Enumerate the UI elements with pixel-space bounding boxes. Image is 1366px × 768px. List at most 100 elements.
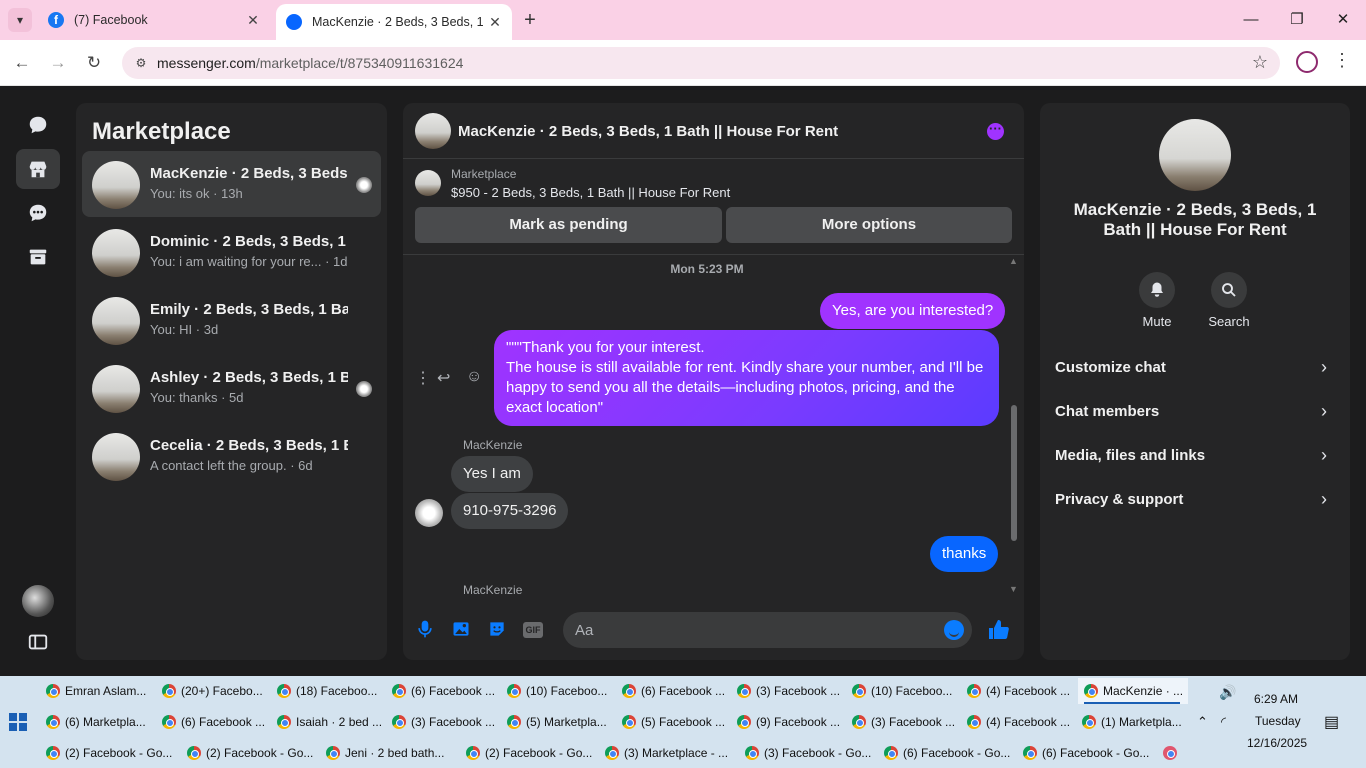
taskbar-window[interactable]: (4) Facebook ... — [967, 678, 1075, 704]
taskbar-window[interactable]: Jeni · 2 bed bath... — [326, 740, 454, 766]
browser-tab-messenger[interactable]: MacKenzie · 2 Beds, 3 Beds, 1 Bath || Ho… — [276, 4, 512, 40]
mark-as-pending-button[interactable]: Mark as pending — [415, 207, 722, 243]
chat-members-row[interactable]: Chat members › — [1040, 392, 1350, 432]
chat-title[interactable]: MacKenzie · 2 Beds, 3 Beds, 1 Bath || Ho… — [458, 123, 838, 140]
conversation-item[interactable]: Emily · 2 Beds, 3 Beds, 1 Bath || House … — [82, 287, 381, 353]
taskbar-window[interactable]: (3) Marketplace - ... — [605, 740, 733, 766]
taskbar-window[interactable]: (3) Facebook - Go... — [745, 740, 873, 766]
taskbar-window[interactable]: (5) Facebook ... — [622, 709, 730, 735]
profile-avatar-button[interactable] — [1296, 51, 1318, 73]
archive-nav-button[interactable] — [16, 237, 60, 277]
sticker-button[interactable] — [486, 618, 508, 640]
search-in-chat-button[interactable]: Search — [1199, 272, 1259, 329]
taskbar-window[interactable]: (10) Faceboo... — [852, 678, 960, 704]
voice-clip-button[interactable] — [414, 618, 436, 640]
conversation-info-icon[interactable]: ··· — [987, 122, 1004, 140]
close-tab-icon[interactable]: ✕ — [242, 12, 264, 29]
taskbar-window[interactable]: Emran Aslam... — [46, 678, 154, 704]
taskbar-window[interactable]: (6) Facebook ... — [162, 709, 270, 735]
toggle-sidebar-button[interactable] — [16, 622, 60, 662]
taskbar-window[interactable]: Isaiah · 2 bed ... — [277, 709, 385, 735]
conversation-item[interactable]: MacKenzie · 2 Beds, 3 Beds, 1 Bath || Ho… — [82, 151, 381, 217]
scroll-down-icon[interactable]: ▼ — [1009, 584, 1018, 594]
conversation-item[interactable]: Dominic · 2 Beds, 3 Beds, 1 Bath || Hous… — [82, 219, 381, 285]
message-input-box[interactable] — [563, 612, 972, 648]
new-tab-button[interactable]: + — [518, 9, 542, 31]
message-input[interactable] — [575, 612, 935, 648]
scroll-up-icon[interactable]: ▲ — [1009, 256, 1018, 266]
taskbar-window[interactable]: (6) Marketpla... — [46, 709, 154, 735]
taskbar-window[interactable]: (3) Facebook ... — [737, 678, 845, 704]
mute-button[interactable]: Mute — [1127, 272, 1187, 329]
taskbar-window[interactable]: (5) Marketpla... — [507, 709, 615, 735]
close-tab-icon[interactable]: ✕ — [484, 14, 506, 31]
taskbar-window[interactable]: (6) Facebook ... — [392, 678, 500, 704]
gif-button[interactable]: GIF — [523, 622, 543, 638]
taskbar-window[interactable]: (6) Facebook - Go... — [884, 740, 1012, 766]
app-rail — [0, 87, 76, 675]
close-window-button[interactable]: ✕ — [1320, 0, 1366, 40]
bookmark-star-icon[interactable]: ☆ — [1252, 52, 1268, 73]
taskbar-window[interactable]: (10) Faceboo... — [507, 678, 615, 704]
taskbar-window[interactable]: (3) Facebook ... — [392, 709, 500, 735]
windows-start-icon[interactable] — [9, 713, 27, 731]
incoming-message[interactable]: Yes I am — [451, 456, 533, 492]
clock-day[interactable]: Tuesday — [1255, 714, 1301, 728]
conversation-item[interactable]: Cecelia · 2 Beds, 3 Beds, 1 Bath || Hous… — [82, 423, 381, 489]
privacy-support-row[interactable]: Privacy & support › — [1040, 480, 1350, 520]
chat-avatar[interactable] — [415, 113, 451, 149]
more-options-button[interactable]: More options — [726, 207, 1012, 243]
marketplace-nav-button[interactable] — [16, 149, 60, 189]
volume-icon[interactable]: 🔊 — [1219, 684, 1236, 701]
taskbar-window[interactable]: (18) Faceboo... — [277, 678, 385, 704]
requests-nav-button[interactable] — [16, 193, 60, 233]
taskbar-window[interactable]: (20+) Facebo... — [162, 678, 270, 704]
react-icon[interactable]: ☺ — [466, 368, 482, 386]
media-files-links-row[interactable]: Media, files and links › — [1040, 436, 1350, 476]
conversation-item[interactable]: Ashley · 2 Beds, 3 Beds, 1 Bath || House… — [82, 355, 381, 421]
reload-button[interactable]: ↻ — [82, 51, 106, 75]
sender-avatar[interactable] — [415, 499, 443, 527]
user-avatar[interactable] — [22, 585, 54, 617]
scrollbar-thumb[interactable] — [1011, 405, 1017, 541]
outgoing-message[interactable]: thanks — [930, 536, 999, 572]
taskbar-window[interactable]: (6) Facebook ... — [622, 678, 730, 704]
browser-tab-facebook[interactable]: f (7) Facebook ✕ — [38, 4, 270, 36]
reply-icon[interactable]: ↩ — [437, 368, 450, 388]
taskbar-window[interactable]: (4) Facebook ... — [967, 709, 1075, 735]
taskbar-window[interactable]: (2) Facebook - Go... — [466, 740, 594, 766]
emoji-icon[interactable] — [944, 620, 964, 640]
restore-button[interactable]: ❐ — [1274, 0, 1320, 40]
show-hidden-icons-icon[interactable]: ⌃ — [1197, 714, 1208, 730]
url-field[interactable]: ⚙ messenger.com/marketplace/t/8753409116… — [122, 47, 1280, 79]
clock-time[interactable]: 6:29 AM — [1254, 692, 1298, 706]
outgoing-message[interactable]: """Thank you for your interest. The hous… — [494, 330, 999, 426]
customize-chat-row[interactable]: Customize chat › — [1040, 348, 1350, 388]
more-actions-icon[interactable]: ⋮ — [415, 368, 431, 388]
attach-media-button[interactable] — [450, 618, 472, 640]
forward-button[interactable]: → — [46, 51, 70, 75]
taskbar-window[interactable]: (1) Marketpla... — [1082, 709, 1190, 735]
browser-menu-icon[interactable]: ⋮ — [1333, 50, 1351, 71]
taskbar-app[interactable] — [1163, 740, 1187, 766]
wifi-icon[interactable]: ◜ — [1221, 714, 1226, 730]
clock-date[interactable]: 12/16/2025 — [1247, 736, 1307, 750]
taskbar-window-title: (2) Facebook - Go... — [206, 746, 314, 760]
taskbar-window[interactable]: (9) Facebook ... — [737, 709, 845, 735]
notifications-icon[interactable]: ▤ — [1324, 712, 1339, 732]
site-settings-icon[interactable]: ⚙ — [132, 54, 150, 72]
thumbs-up-icon[interactable] — [987, 618, 1011, 642]
listing-thumbnail[interactable] — [415, 170, 441, 196]
taskbar-window[interactable]: (6) Facebook - Go... — [1023, 740, 1151, 766]
taskbar-window[interactable]: (2) Facebook - Go... — [46, 740, 174, 766]
minimize-button[interactable]: — — [1228, 0, 1274, 40]
listing-price[interactable]: $950 - 2 Beds, 3 Beds, 1 Bath || House F… — [451, 185, 730, 200]
chats-nav-button[interactable] — [16, 105, 60, 145]
incoming-message[interactable]: 910-975-3296 — [451, 493, 569, 529]
taskbar-window[interactable]: (3) Facebook ... — [852, 709, 960, 735]
tab-search-button[interactable]: ▾ — [8, 8, 32, 32]
taskbar-window-active[interactable]: MacKenzie · ... — [1078, 678, 1188, 704]
back-button[interactable]: ← — [10, 51, 34, 75]
taskbar-window[interactable]: (2) Facebook - Go... — [187, 740, 315, 766]
outgoing-message[interactable]: Yes, are you interested? — [820, 293, 1006, 329]
